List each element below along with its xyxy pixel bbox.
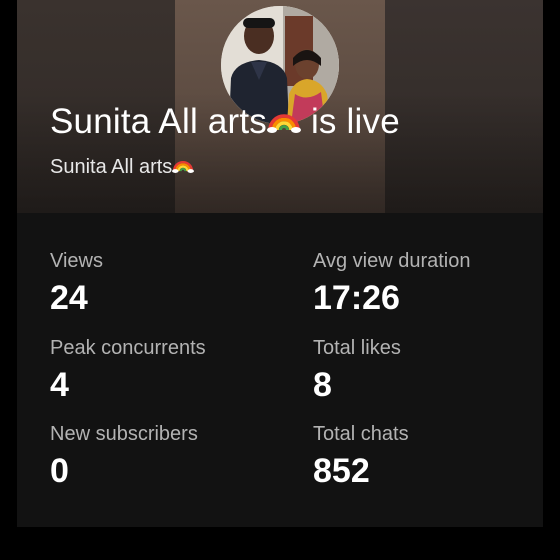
stat-total-chats: Total chats 852 xyxy=(313,423,409,491)
live-summary-card: Sunita All arts is live Sunita All arts … xyxy=(17,0,543,527)
stat-label: Total likes xyxy=(313,337,401,359)
rainbow-small-icon xyxy=(172,160,195,173)
stat-value: 4 xyxy=(50,366,69,404)
channel-name-text: Sunita All arts xyxy=(50,156,173,178)
stat-avg-view-duration: Avg view duration 17:26 xyxy=(313,250,471,318)
stat-label: Avg view duration xyxy=(313,250,471,272)
stat-value: 24 xyxy=(50,279,88,317)
stat-label: New subscribers xyxy=(50,423,198,445)
live-title: Sunita All arts is live xyxy=(50,102,400,142)
stat-value: 17:26 xyxy=(313,279,400,317)
rainbow-icon xyxy=(267,114,301,133)
stat-peak-concurrents: Peak concurrents 4 xyxy=(50,337,206,405)
live-title-suffix: is live xyxy=(310,102,400,141)
live-banner: Sunita All arts is live Sunita All arts xyxy=(17,0,543,213)
stat-label: Total chats xyxy=(313,423,409,445)
stat-value: 0 xyxy=(50,452,69,490)
channel-name: Sunita All arts xyxy=(50,155,195,179)
stat-label: Views xyxy=(50,250,103,272)
stat-value: 8 xyxy=(313,366,332,404)
stat-value: 852 xyxy=(313,452,370,490)
stat-views: Views 24 xyxy=(50,250,103,318)
stat-total-likes: Total likes 8 xyxy=(313,337,401,405)
stat-new-subscribers: New subscribers 0 xyxy=(50,423,198,491)
stat-label: Peak concurrents xyxy=(50,337,206,359)
live-title-channel: Sunita All arts xyxy=(50,102,267,141)
